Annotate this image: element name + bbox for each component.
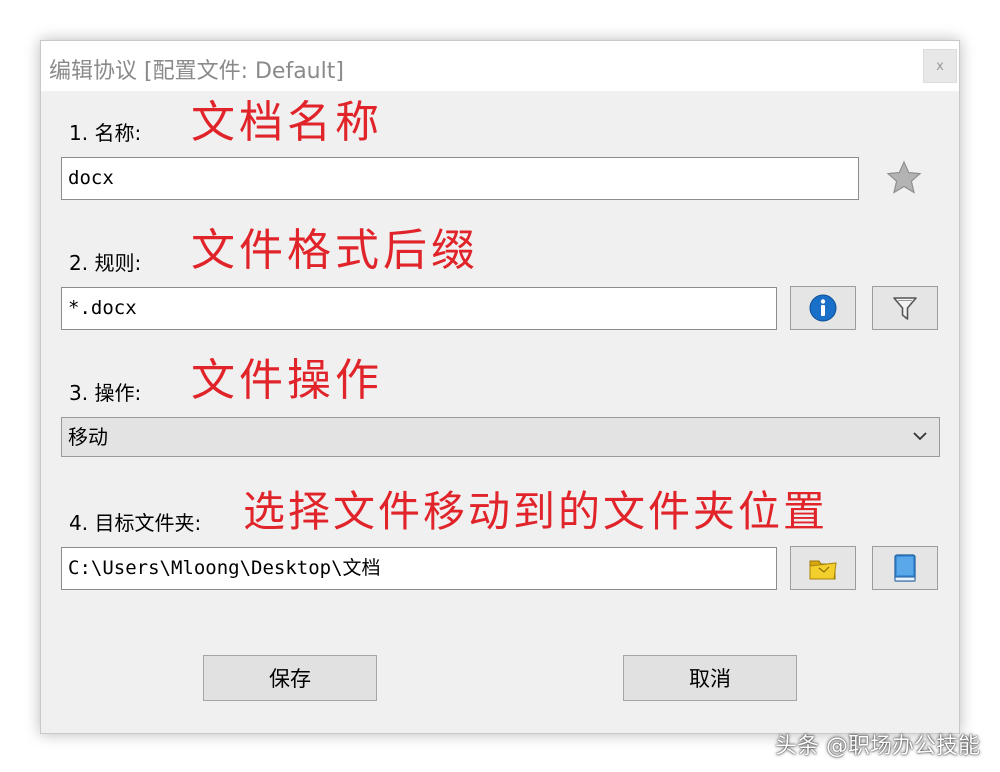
- name-input[interactable]: docx: [61, 157, 859, 200]
- action-annotation: 文件操作: [191, 355, 383, 406]
- watermark: 头条 @职场办公技能: [775, 734, 980, 759]
- chevron-down-icon: [913, 432, 927, 441]
- book-icon: [894, 554, 916, 582]
- target-label: 4. 目标文件夹:: [69, 511, 202, 535]
- action-select[interactable]: 移动: [61, 417, 940, 457]
- favorite-button[interactable]: [885, 159, 923, 197]
- save-button[interactable]: 保存: [203, 655, 377, 701]
- close-button[interactable]: x: [923, 49, 957, 83]
- target-folder-input[interactable]: C:\Users\Mloong\Desktop\文档: [61, 547, 777, 590]
- browse-folder-button[interactable]: [790, 546, 856, 590]
- action-selected-value: 移动: [68, 425, 108, 449]
- edit-protocol-dialog: 编辑协议 [配置文件: Default] x 1. 名称: 文档名称 docx …: [40, 40, 960, 734]
- rule-label: 2. 规则:: [69, 251, 142, 275]
- filter-button[interactable]: [872, 286, 938, 330]
- title-bar: 编辑协议 [配置文件: Default] x: [41, 41, 959, 91]
- name-annotation: 文档名称: [191, 97, 383, 148]
- info-button[interactable]: [790, 286, 856, 330]
- window-title: 编辑协议 [配置文件: Default]: [49, 59, 344, 84]
- rule-annotation: 文件格式后缀: [191, 225, 479, 276]
- cancel-button[interactable]: 取消: [623, 655, 797, 701]
- star-icon: [886, 160, 922, 194]
- action-label: 3. 操作:: [69, 381, 142, 405]
- filter-icon: [893, 297, 917, 320]
- info-icon: [809, 294, 837, 322]
- name-label: 1. 名称:: [69, 121, 142, 145]
- target-annotation: 选择文件移动到的文件夹位置: [243, 487, 829, 536]
- bookmark-folder-button[interactable]: [872, 546, 938, 590]
- folder-icon: [809, 560, 837, 580]
- rule-input[interactable]: *.docx: [61, 287, 777, 330]
